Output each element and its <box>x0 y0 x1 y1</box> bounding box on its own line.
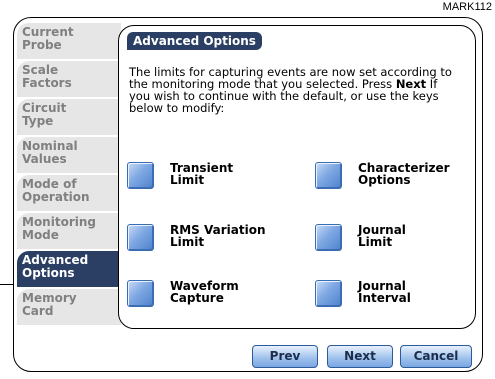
journal-limit-button[interactable] <box>315 224 342 251</box>
device-screen: Current Probe Scale Factors Circuit Type… <box>13 17 483 372</box>
sidebar-item-label: Operation <box>22 190 90 204</box>
option-label-line: Limit <box>170 235 205 249</box>
option-rms-variation-limit: RMS Variation Limit <box>127 224 297 260</box>
characterizer-options-button[interactable] <box>315 162 342 189</box>
option-label-line: Interval <box>358 291 411 305</box>
advanced-options-panel: Advanced Options The limits for capturin… <box>118 25 476 329</box>
sidebar-item-scale-factors[interactable]: Scale Factors <box>17 61 121 97</box>
option-label-line: Limit <box>170 173 205 187</box>
sidebar-item-label: Card <box>22 304 54 318</box>
sidebar: Current Probe Scale Factors Circuit Type… <box>17 23 121 329</box>
journal-interval-button[interactable] <box>315 280 342 307</box>
sidebar-item-label: Factors <box>22 76 72 90</box>
option-characterizer-options: Characterizer Options <box>315 162 482 198</box>
next-button[interactable]: Next <box>327 345 393 368</box>
option-label: Transient Limit <box>170 162 233 186</box>
option-label: Journal Limit <box>358 224 406 248</box>
option-journal-limit: Journal Limit <box>315 224 482 260</box>
sidebar-item-memory-card[interactable]: Memory Card <box>17 289 121 325</box>
prev-button[interactable]: Prev <box>252 345 318 368</box>
panel-title: Advanced Options <box>127 32 262 50</box>
sidebar-item-label: Probe <box>22 38 62 52</box>
sidebar-item-label: Type <box>22 114 54 128</box>
instructions-text: The limits for capturing events are now … <box>129 66 459 114</box>
sidebar-item-current-probe[interactable]: Current Probe <box>17 23 121 59</box>
sidebar-item-nominal-values[interactable]: Nominal Values <box>17 137 121 173</box>
sidebar-item-mode-of-operation[interactable]: Mode of Operation <box>17 175 121 211</box>
sidebar-item-label: Mode <box>22 228 59 242</box>
option-transient-limit: Transient Limit <box>127 162 297 198</box>
option-label-line: Options <box>358 173 411 187</box>
waveform-capture-button[interactable] <box>127 280 154 307</box>
sidebar-item-monitoring-mode[interactable]: Monitoring Mode <box>17 213 121 249</box>
figure-id: MARK112 <box>442 1 492 13</box>
option-label: RMS Variation Limit <box>170 224 266 248</box>
option-label-line: Limit <box>358 235 393 249</box>
option-journal-interval: Journal Interval <box>315 280 482 316</box>
sidebar-item-advanced-options[interactable]: Advanced Options <box>17 251 121 287</box>
rms-variation-limit-button[interactable] <box>127 224 154 251</box>
sidebar-item-label: Options <box>22 266 75 280</box>
option-label: Characterizer Options <box>358 162 450 186</box>
sidebar-item-label: Values <box>22 152 67 166</box>
option-label-line: Capture <box>170 291 224 305</box>
sidebar-item-circuit-type[interactable]: Circuit Type <box>17 99 121 135</box>
option-label: Journal Interval <box>358 280 411 304</box>
cancel-button[interactable]: Cancel <box>400 345 472 368</box>
transient-limit-button[interactable] <box>127 162 154 189</box>
option-waveform-capture: Waveform Capture <box>127 280 297 316</box>
option-label: Waveform Capture <box>170 280 239 304</box>
